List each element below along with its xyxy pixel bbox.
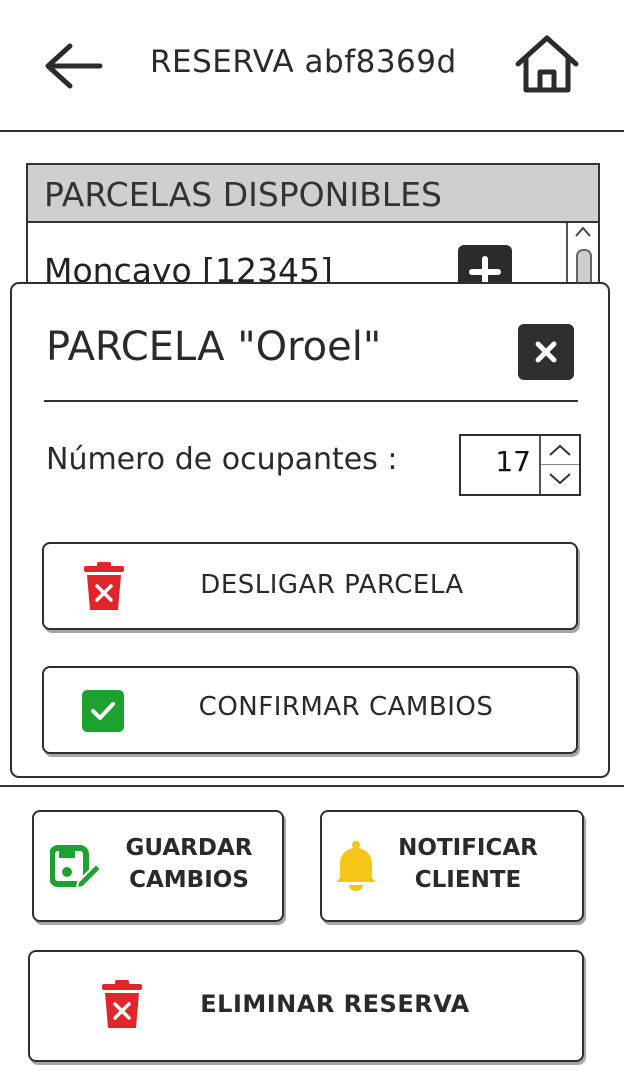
confirm-changes-button[interactable]: CONFIRMAR CAMBIOS: [42, 666, 578, 754]
modal-divider: [44, 400, 578, 402]
arrow-left-icon: [45, 43, 103, 89]
save-label-line2: CAMBIOS: [129, 867, 249, 893]
notify-client-label: NOTIFICAR CLIENTE: [388, 832, 548, 896]
notify-client-button[interactable]: NOTIFICAR CLIENTE: [320, 810, 584, 922]
close-modal-button[interactable]: [518, 324, 574, 380]
home-button[interactable]: [512, 32, 582, 98]
occupants-value[interactable]: 17: [461, 445, 531, 478]
list-header: PARCELAS DISPONIBLES: [28, 165, 598, 223]
close-icon: [535, 341, 557, 363]
delete-reservation-label: ELIMINAR RESERVA: [200, 990, 470, 1018]
header-divider: [0, 130, 624, 132]
chevron-up-icon[interactable]: [574, 225, 592, 239]
list-heading: PARCELAS DISPONIBLES: [44, 175, 442, 214]
decrement-button[interactable]: [541, 465, 579, 493]
unlink-plot-button[interactable]: DESLIGAR PARCELA: [42, 542, 578, 630]
increment-button[interactable]: [541, 436, 579, 465]
occupants-stepper[interactable]: 17: [459, 434, 581, 496]
footer-divider: [0, 785, 624, 787]
occupants-label: Número de ocupantes :: [46, 442, 398, 477]
modal-title: PARCELA "Oroel": [46, 324, 382, 370]
save-changes-button[interactable]: GUARDAR CAMBIOS: [32, 810, 284, 922]
delete-reservation-button[interactable]: ELIMINAR RESERVA: [28, 950, 584, 1062]
confirm-changes-label: CONFIRMAR CAMBIOS: [198, 692, 494, 722]
chevron-down-icon: [549, 473, 571, 485]
notify-label-line2: CLIENTE: [414, 867, 522, 893]
back-button[interactable]: [40, 38, 106, 94]
plot-modal: PARCELA "Oroel" Número de ocupantes : 17…: [10, 282, 610, 778]
bell-icon: [336, 841, 376, 891]
unlink-plot-label: DESLIGAR PARCELA: [200, 570, 464, 600]
stepper-buttons: [539, 436, 581, 494]
save-changes-label: GUARDAR CAMBIOS: [114, 832, 264, 896]
save-label-line1: GUARDAR: [125, 835, 253, 861]
chevron-up-icon: [549, 444, 571, 456]
home-icon: [515, 35, 579, 93]
notify-label-line1: NOTIFICAR: [398, 835, 538, 861]
save-edit-icon: [50, 845, 102, 890]
page-title: RESERVA abf8369d: [150, 44, 457, 80]
